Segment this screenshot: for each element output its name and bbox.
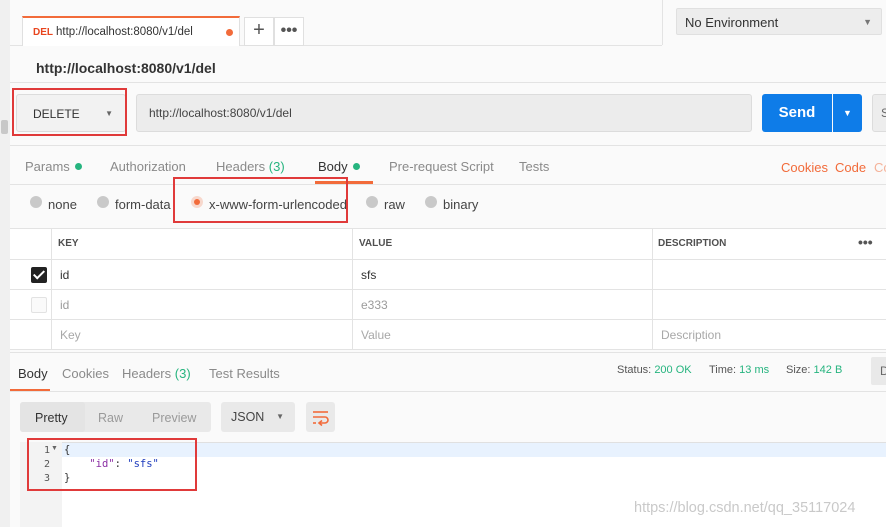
title-divider: [10, 82, 886, 83]
radio-raw-label: raw: [384, 197, 405, 212]
tab-headers-label: Headers: [216, 159, 266, 174]
radio-form-data-label: form-data: [115, 197, 171, 212]
raw-button[interactable]: Raw: [98, 411, 123, 425]
scrollbar-thumb[interactable]: [1, 120, 8, 134]
body-dot-icon: [352, 163, 360, 170]
send-options-button[interactable]: ▼: [833, 94, 862, 132]
params-dot-icon: [74, 163, 82, 170]
tab-body-label: Body: [318, 159, 348, 174]
response-time: Time: 13 ms: [709, 364, 769, 376]
tab-params[interactable]: Params: [25, 159, 82, 174]
tab-headers[interactable]: Headers (3): [216, 159, 285, 174]
column-header-description: DESCRIPTION: [653, 229, 886, 260]
pretty-label: Pretty: [35, 411, 68, 425]
add-tab-button[interactable]: +: [244, 17, 274, 46]
language-select[interactable]: JSON ▼: [221, 402, 295, 432]
new-value-input[interactable]: Value: [353, 320, 653, 350]
chevron-down-icon: ▼: [863, 17, 872, 27]
param-value-cell[interactable]: e333: [353, 290, 653, 320]
environment-select[interactable]: No Environment ▼: [676, 8, 882, 35]
preview-button[interactable]: Preview: [152, 411, 196, 425]
response-tab-headers-label: Headers: [122, 366, 172, 381]
param-description-cell[interactable]: [653, 260, 886, 290]
tab-url-label: http://localhost:8080/v1/del: [56, 26, 193, 38]
response-extra-button[interactable]: D: [871, 357, 886, 385]
url-divider: [10, 145, 886, 146]
headers-count-badge: (3): [268, 159, 285, 174]
row-check-cell: [10, 290, 52, 320]
tab-method-label: DEL: [33, 27, 53, 38]
param-key-cell[interactable]: id: [52, 290, 353, 320]
cookies-link[interactable]: Cookies: [781, 160, 828, 175]
comments-link[interactable]: Co: [874, 160, 886, 175]
response-tab-headers[interactable]: Headers (3): [122, 366, 191, 381]
header-check-cell: [10, 229, 52, 260]
tab-authorization[interactable]: Authorization: [110, 159, 186, 174]
response-status: Status: 200 OK: [617, 364, 692, 376]
wrap-lines-button[interactable]: [306, 402, 335, 432]
request-title: http://localhost:8080/v1/del: [36, 60, 216, 76]
row-check-cell: [10, 260, 52, 290]
row-checkbox[interactable]: [31, 297, 47, 313]
size-value: 142 B: [813, 364, 843, 376]
response-tabs-divider: [10, 391, 886, 392]
chevron-down-icon: ▼: [843, 108, 852, 118]
radio-binary-label: binary: [443, 197, 479, 212]
row-checkbox[interactable]: [31, 267, 47, 283]
radio-binary[interactable]: [425, 196, 437, 208]
send-button[interactable]: Send: [762, 94, 832, 132]
row-check-cell: [10, 320, 52, 350]
subtab-divider: [10, 184, 886, 185]
tab-prerequest-script[interactable]: Pre-request Script: [389, 159, 494, 174]
response-divider: [10, 352, 886, 353]
response-tab-cookies[interactable]: Cookies: [62, 366, 109, 381]
save-button[interactable]: S: [872, 94, 886, 132]
code-link[interactable]: Code: [835, 160, 866, 175]
status-label: Status:: [617, 364, 652, 376]
column-header-value: VALUE: [353, 229, 653, 260]
urlencoded-highlight-box: [173, 177, 348, 223]
tab-body[interactable]: Body: [318, 159, 360, 174]
environment-label: No Environment: [685, 15, 779, 30]
tab-params-label: Params: [25, 159, 70, 174]
request-tab[interactable]: DEL http://localhost:8080/v1/del: [22, 16, 240, 46]
wrap-lines-icon: [313, 411, 329, 427]
radio-form-data[interactable]: [97, 196, 109, 208]
param-value-cell[interactable]: sfs: [353, 260, 653, 290]
param-description-cell[interactable]: [653, 290, 886, 320]
tab-tests[interactable]: Tests: [519, 159, 549, 174]
response-highlight-box: [27, 438, 197, 491]
column-header-key: KEY: [52, 229, 353, 260]
response-tab-body[interactable]: Body: [18, 366, 48, 381]
response-headers-count: (3): [174, 366, 191, 381]
response-size: Size: 142 B: [786, 364, 842, 376]
table-more-icon[interactable]: •••: [858, 234, 873, 250]
radio-none[interactable]: [30, 196, 42, 208]
more-tabs-button[interactable]: •••: [274, 17, 304, 46]
url-input[interactable]: http://localhost:8080/v1/del: [136, 94, 752, 132]
response-tab-test-results[interactable]: Test Results: [209, 366, 280, 381]
method-highlight-box: [12, 88, 127, 136]
radio-raw[interactable]: [366, 196, 378, 208]
language-label: JSON: [231, 410, 265, 424]
param-key-cell[interactable]: id: [52, 260, 353, 290]
unsaved-dot-icon: [226, 29, 233, 36]
chevron-down-icon: ▼: [276, 412, 284, 421]
size-label: Size:: [786, 364, 811, 376]
time-label: Time:: [709, 364, 737, 376]
left-scrollbar[interactable]: [0, 0, 10, 527]
status-value: 200 OK: [654, 364, 692, 376]
watermark: https://blog.csdn.net/qq_35117024: [634, 500, 856, 516]
new-key-input[interactable]: Key: [52, 320, 353, 350]
new-description-input[interactable]: Description: [653, 320, 886, 350]
radio-none-label: none: [48, 197, 77, 212]
time-value: 13 ms: [739, 364, 770, 376]
